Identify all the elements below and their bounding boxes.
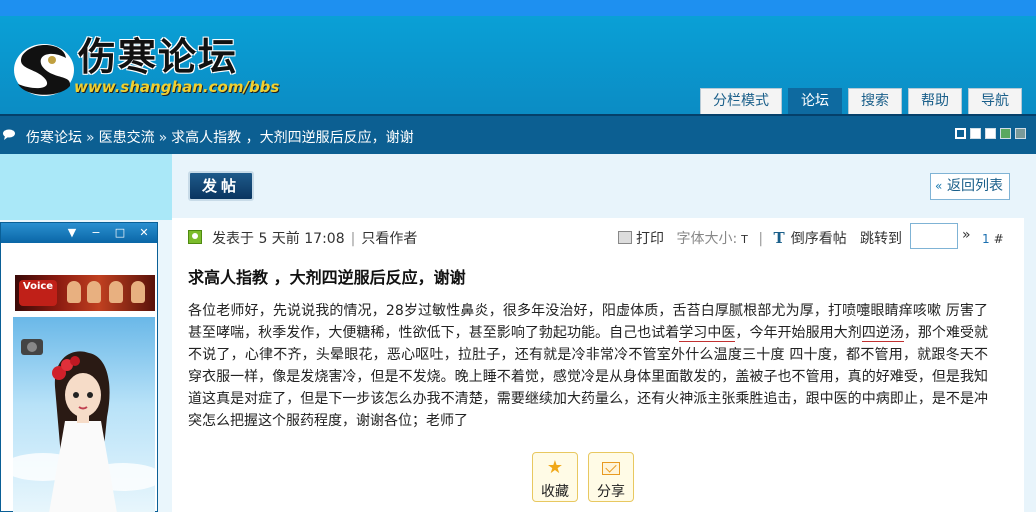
user-online-icon (188, 230, 202, 244)
font-size-label: 字体大小: (676, 231, 738, 247)
back-to-list-button[interactable]: « 返回列表 (930, 173, 1010, 200)
floating-ad-window: ▼ − □ ✕ Voice (0, 222, 158, 512)
breadcrumb-thread: 求高人指教 ，大剂四逆服后反应，谢谢 (171, 130, 414, 146)
print-label: 打印 (636, 231, 664, 247)
new-post-button[interactable]: 发帖 (188, 171, 254, 201)
post-time: 发表于 5 天前 17:08 (212, 231, 345, 247)
floor-hash: # (993, 232, 1004, 246)
site-title: 伤寒论坛 (78, 34, 239, 79)
maximize-icon[interactable]: □ (113, 226, 127, 240)
jump-go-icon[interactable]: » (962, 227, 971, 243)
close-icon[interactable]: ✕ (137, 226, 151, 240)
reverse-order-label: 倒序看帖 (790, 231, 847, 247)
site-logo[interactable]: 伤寒论坛 www.shanghan.com/bbs (8, 22, 279, 110)
top-strip (0, 0, 1036, 16)
site-header: 伤寒论坛 www.shanghan.com/bbs 分栏模式 论坛 搜索 帮助 … (0, 16, 1036, 114)
banner-person (67, 281, 81, 303)
nav-tab-forum[interactable]: 论坛 (788, 88, 842, 114)
post-title: 求高人指教 ，大剂四逆服后反应，谢谢 (188, 268, 466, 287)
share-button[interactable]: 分享 (588, 452, 634, 502)
minimize-icon[interactable]: − (89, 226, 103, 240)
font-size-control: 字体大小: T (676, 231, 747, 247)
banner-person (87, 281, 101, 303)
jump-to-label: 跳转到 (860, 231, 902, 247)
keyword-link-study-tcm[interactable]: 学习中医 (679, 325, 736, 342)
star-icon: ★ (546, 457, 564, 478)
banner-person (131, 281, 145, 303)
jump-to-page-input[interactable] (910, 223, 958, 249)
print-link[interactable]: 打印 (618, 231, 664, 247)
dropdown-icon[interactable]: ▼ (65, 226, 79, 240)
main-nav: 分栏模式 论坛 搜索 帮助 导航 (700, 88, 1022, 114)
thread-action-bar: 发帖 « 返回列表 (172, 154, 1024, 218)
text-icon: T (773, 229, 785, 247)
banner-person (109, 281, 123, 303)
theme-swatch[interactable] (1015, 128, 1026, 139)
post-content: 各位老师好，先说说我的情况，28岁过敏性鼻炎，很多年没治好，阳虚体质，舌苔白厚腻… (188, 300, 988, 432)
site-url: www.shanghan.com/bbs (74, 78, 280, 96)
cartoon-girl-illustration (13, 339, 155, 512)
float-window-titlebar: ▼ − □ ✕ (1, 223, 157, 243)
post-share-buttons: ★ 收藏 分享 (532, 452, 634, 502)
cartoon-girl-image[interactable] (13, 317, 155, 512)
theme-switcher (955, 128, 1026, 139)
favorite-button[interactable]: ★ 收藏 (532, 452, 578, 502)
keyword-link-sini-decoction[interactable]: 四逆汤 (861, 325, 904, 342)
floor-number-value: 1 (982, 232, 990, 246)
envelope-icon (602, 462, 620, 475)
breadcrumb-separator: » (86, 130, 95, 146)
taiji-logo-icon (14, 44, 74, 96)
meta-divider: | (350, 231, 356, 247)
nav-tab-help[interactable]: 帮助 (908, 88, 962, 114)
theme-swatch[interactable] (970, 128, 981, 139)
back-to-list-label: 返回列表 (947, 178, 1003, 194)
only-author-link[interactable]: 只看作者 (361, 231, 417, 247)
nav-tab-navigation[interactable]: 导航 (968, 88, 1022, 114)
printer-icon (618, 231, 632, 244)
speech-bubble-icon (3, 129, 15, 140)
chevron-left-icon: « (935, 179, 943, 193)
floor-number[interactable]: 1 # (982, 232, 1004, 246)
reverse-order-link[interactable]: T 倒序看帖 (773, 229, 847, 247)
voice-logo: Voice (19, 280, 57, 306)
breadcrumb-forum-home[interactable]: 伤寒论坛 (26, 130, 82, 146)
left-banner-area (0, 154, 172, 220)
voice-banner-ad[interactable]: Voice (15, 275, 155, 311)
nav-tab-column-mode[interactable]: 分栏模式 (700, 88, 782, 114)
nav-tab-search[interactable]: 搜索 (848, 88, 902, 114)
breadcrumb: 伤寒论坛» 医患交流» 求高人指教 ，大剂四逆服后反应，谢谢 (26, 127, 414, 147)
breadcrumb-separator: » (158, 130, 168, 146)
font-size-toggle[interactable]: T (741, 233, 748, 246)
share-label: 分享 (597, 484, 625, 500)
post-meta-bar: 发表于 5 天前 17:08 | 只看作者 打印 字体大小: T | T 倒序看帖 跳转… (172, 218, 1024, 254)
meta-divider: | (758, 231, 764, 247)
theme-swatch[interactable] (985, 128, 996, 139)
post-tools: 打印 字体大小: T | T 倒序看帖 (618, 228, 847, 248)
theme-swatch[interactable] (955, 128, 966, 139)
post-text: ，今年开始服用大剂 (735, 325, 862, 341)
breadcrumb-bar: 伤寒论坛» 医患交流» 求高人指教 ，大剂四逆服后反应，谢谢 (0, 114, 1036, 154)
thread-main: 发帖 « 返回列表 发表于 5 天前 17:08 | 只看作者 打印 字体大小: T … (172, 154, 1024, 512)
favorite-label: 收藏 (541, 484, 569, 500)
post-meta-left: 发表于 5 天前 17:08 | 只看作者 (212, 228, 417, 248)
theme-swatch[interactable] (1000, 128, 1011, 139)
breadcrumb-board[interactable]: 医患交流 (99, 130, 155, 146)
